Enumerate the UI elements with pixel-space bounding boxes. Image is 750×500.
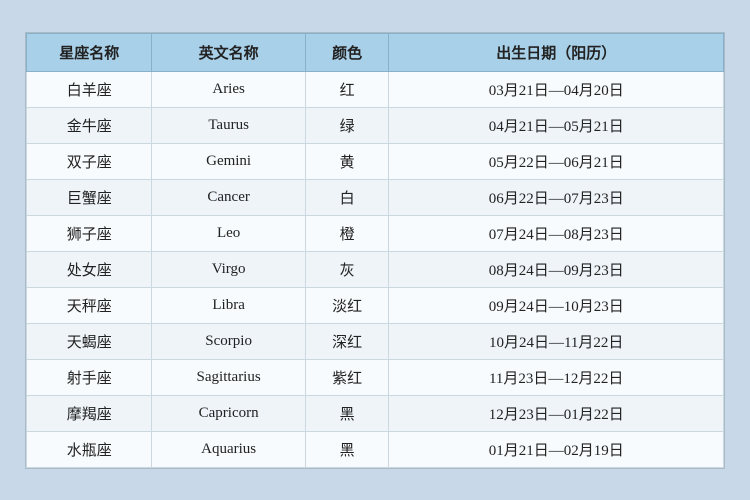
cell-en: Taurus <box>152 107 305 143</box>
header-date: 出生日期（阳历） <box>389 33 724 71</box>
cell-color: 白 <box>305 179 389 215</box>
cell-color: 橙 <box>305 215 389 251</box>
zodiac-table-container: 星座名称 英文名称 颜色 出生日期（阳历） 白羊座Aries红03月21日—04… <box>25 32 725 469</box>
table-row: 白羊座Aries红03月21日—04月20日 <box>27 71 724 107</box>
cell-color: 灰 <box>305 251 389 287</box>
cell-en: Libra <box>152 287 305 323</box>
header-color: 颜色 <box>305 33 389 71</box>
cell-zh: 摩羯座 <box>27 395 152 431</box>
table-row: 天秤座Libra淡红09月24日—10月23日 <box>27 287 724 323</box>
table-row: 摩羯座Capricorn黑12月23日—01月22日 <box>27 395 724 431</box>
table-header-row: 星座名称 英文名称 颜色 出生日期（阳历） <box>27 33 724 71</box>
cell-zh: 狮子座 <box>27 215 152 251</box>
cell-color: 深红 <box>305 323 389 359</box>
cell-date: 01月21日—02月19日 <box>389 431 724 467</box>
header-en: 英文名称 <box>152 33 305 71</box>
cell-date: 10月24日—11月22日 <box>389 323 724 359</box>
cell-color: 紫红 <box>305 359 389 395</box>
cell-en: Leo <box>152 215 305 251</box>
cell-zh: 双子座 <box>27 143 152 179</box>
cell-en: Gemini <box>152 143 305 179</box>
cell-en: Sagittarius <box>152 359 305 395</box>
cell-en: Virgo <box>152 251 305 287</box>
cell-color: 黑 <box>305 431 389 467</box>
table-row: 巨蟹座Cancer白06月22日—07月23日 <box>27 179 724 215</box>
table-row: 射手座Sagittarius紫红11月23日—12月22日 <box>27 359 724 395</box>
header-zh: 星座名称 <box>27 33 152 71</box>
cell-color: 红 <box>305 71 389 107</box>
cell-zh: 射手座 <box>27 359 152 395</box>
cell-date: 07月24日—08月23日 <box>389 215 724 251</box>
cell-zh: 巨蟹座 <box>27 179 152 215</box>
cell-date: 06月22日—07月23日 <box>389 179 724 215</box>
table-row: 狮子座Leo橙07月24日—08月23日 <box>27 215 724 251</box>
cell-en: Capricorn <box>152 395 305 431</box>
table-row: 双子座Gemini黄05月22日—06月21日 <box>27 143 724 179</box>
cell-color: 黑 <box>305 395 389 431</box>
cell-en: Cancer <box>152 179 305 215</box>
zodiac-table: 星座名称 英文名称 颜色 出生日期（阳历） 白羊座Aries红03月21日—04… <box>26 33 724 468</box>
table-row: 金牛座Taurus绿04月21日—05月21日 <box>27 107 724 143</box>
table-row: 天蝎座Scorpio深红10月24日—11月22日 <box>27 323 724 359</box>
cell-date: 05月22日—06月21日 <box>389 143 724 179</box>
cell-color: 淡红 <box>305 287 389 323</box>
cell-zh: 金牛座 <box>27 107 152 143</box>
cell-en: Aries <box>152 71 305 107</box>
cell-en: Scorpio <box>152 323 305 359</box>
cell-date: 03月21日—04月20日 <box>389 71 724 107</box>
cell-zh: 水瓶座 <box>27 431 152 467</box>
cell-date: 12月23日—01月22日 <box>389 395 724 431</box>
cell-zh: 白羊座 <box>27 71 152 107</box>
cell-en: Aquarius <box>152 431 305 467</box>
cell-date: 04月21日—05月21日 <box>389 107 724 143</box>
cell-zh: 处女座 <box>27 251 152 287</box>
cell-date: 11月23日—12月22日 <box>389 359 724 395</box>
cell-date: 08月24日—09月23日 <box>389 251 724 287</box>
cell-date: 09月24日—10月23日 <box>389 287 724 323</box>
table-row: 水瓶座Aquarius黑01月21日—02月19日 <box>27 431 724 467</box>
table-row: 处女座Virgo灰08月24日—09月23日 <box>27 251 724 287</box>
cell-zh: 天蝎座 <box>27 323 152 359</box>
cell-color: 黄 <box>305 143 389 179</box>
cell-color: 绿 <box>305 107 389 143</box>
cell-zh: 天秤座 <box>27 287 152 323</box>
